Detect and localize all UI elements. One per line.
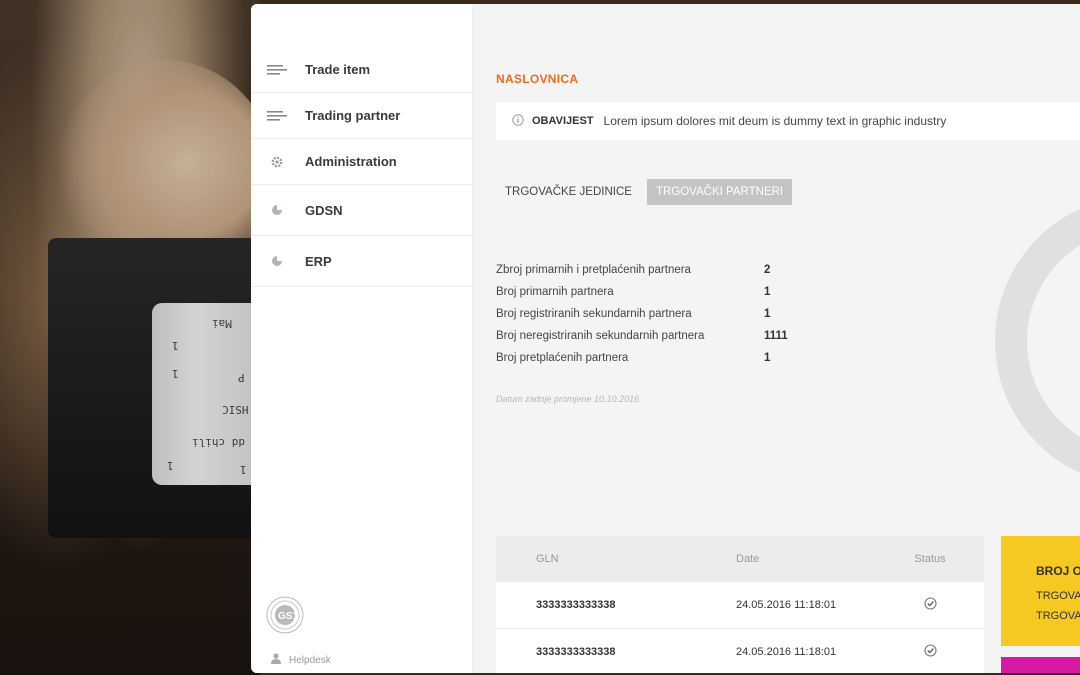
last-change-date: Datum zadnje promjene 10.10.2016. bbox=[496, 394, 642, 404]
table-row[interactable]: 3333333333338 24.05.2016 11:18:01 bbox=[496, 582, 984, 629]
app-window: Trade item Trading partner Administratio… bbox=[251, 4, 1080, 673]
stat-value: 1 bbox=[764, 308, 771, 320]
gln-cell: 3333333333338 bbox=[536, 599, 616, 611]
gs1-logo-text: GS1 bbox=[278, 611, 298, 622]
stat-label: Broj neregistriranih sekundarnih partner… bbox=[496, 330, 705, 342]
tab-trgovacki-partneri[interactable]: TRGOVAČKI PARTNERI bbox=[646, 179, 793, 205]
sidebar-item-label: Administration bbox=[305, 154, 397, 169]
column-header-status[interactable]: Status bbox=[876, 553, 984, 565]
gln-cell: 3333333333338 bbox=[536, 646, 616, 658]
sidebar-item-label: Trade item bbox=[305, 62, 371, 77]
card-line: TRGOVA bbox=[1036, 590, 1080, 602]
secondary-card[interactable] bbox=[1001, 657, 1080, 673]
stat-label: Broj primarnih partnera bbox=[496, 286, 614, 298]
stat-value: 2 bbox=[764, 264, 771, 276]
tab-bar: TRGOVAČKE JEDINICE TRGOVAČKI PARTNERI bbox=[496, 179, 793, 205]
notice-label: OBAVIJEST bbox=[532, 115, 594, 127]
donut-chart bbox=[995, 196, 1080, 486]
page-title: NASLOVNICA bbox=[496, 72, 579, 86]
check-icon bbox=[876, 644, 984, 660]
stat-row: Broj registriranih sekundarnih partnera … bbox=[496, 303, 788, 325]
stat-value: 1 bbox=[764, 352, 771, 364]
pie-icon bbox=[266, 203, 288, 217]
sidebar: Trade item Trading partner Administratio… bbox=[251, 4, 473, 673]
stat-label: Broj pretplaćenih partnera bbox=[496, 352, 629, 364]
summary-card[interactable]: BROJ O TRGOVA TRGOVA bbox=[1001, 536, 1080, 646]
pie-icon bbox=[266, 254, 288, 268]
helpdesk-label: Helpdesk bbox=[289, 654, 331, 666]
date-cell: 24.05.2016 11:18:01 bbox=[736, 599, 837, 611]
user-icon bbox=[271, 653, 281, 667]
sidebar-item-label: GDSN bbox=[305, 202, 343, 218]
stat-row: Zbroj primarnih i pretplaćenih partnera … bbox=[496, 259, 788, 281]
stat-label: Zbroj primarnih i pretplaćenih partnera bbox=[496, 264, 691, 276]
table-header: GLN Date Status bbox=[496, 536, 984, 582]
notice-text: Lorem ipsum dolores mit deum is dummy te… bbox=[603, 114, 947, 128]
column-header-date[interactable]: Date bbox=[696, 553, 876, 565]
stat-row: Broj primarnih partnera 1 bbox=[496, 281, 788, 303]
sidebar-item-gdsn[interactable]: GDSN bbox=[251, 185, 472, 236]
sidebar-item-trading-partner[interactable]: Trading partner bbox=[251, 93, 472, 139]
column-header-gln[interactable]: GLN bbox=[496, 553, 696, 565]
sidebar-item-trade-item[interactable]: Trade item bbox=[251, 47, 472, 93]
table-row[interactable]: 3333333333338 24.05.2016 11:18:01 bbox=[496, 629, 984, 673]
helpdesk-link[interactable]: Helpdesk bbox=[271, 653, 331, 667]
card-line: TRGOVA bbox=[1036, 610, 1080, 622]
info-icon bbox=[512, 113, 524, 129]
list-icon bbox=[266, 109, 288, 123]
background-photo: Mai 1 1 P HSIC dd chili 1 1 bbox=[0, 0, 275, 675]
gear-icon bbox=[266, 155, 288, 169]
main-content: NASLOVNICA OBAVIJEST Lorem ipsum dolores… bbox=[473, 4, 1080, 673]
stat-row: Broj pretplaćenih partnera 1 bbox=[496, 347, 788, 369]
card-title: BROJ O bbox=[1036, 564, 1080, 578]
list-icon bbox=[266, 63, 288, 77]
check-icon bbox=[876, 597, 984, 613]
stats-list: Zbroj primarnih i pretplaćenih partnera … bbox=[496, 259, 788, 369]
sidebar-item-label: Trading partner bbox=[305, 108, 401, 123]
tab-trgovacke-jedinice[interactable]: TRGOVAČKE JEDINICE bbox=[496, 179, 641, 205]
sidebar-item-administration[interactable]: Administration bbox=[251, 139, 472, 185]
date-cell: 24.05.2016 11:18:01 bbox=[736, 646, 837, 658]
stat-row: Broj neregistriranih sekundarnih partner… bbox=[496, 325, 788, 347]
sidebar-item-label: ERP bbox=[305, 253, 332, 269]
stat-value: 1111 bbox=[764, 330, 788, 342]
notice-bar: OBAVIJEST Lorem ipsum dolores mit deum i… bbox=[496, 102, 1080, 140]
gs1-logo: GS1 bbox=[265, 595, 305, 635]
stat-label: Broj registriranih sekundarnih partnera bbox=[496, 308, 692, 320]
stat-value: 1 bbox=[764, 286, 771, 298]
gln-table: GLN Date Status 3333333333338 24.05.2016… bbox=[496, 536, 984, 673]
sidebar-item-erp[interactable]: ERP bbox=[251, 236, 472, 287]
